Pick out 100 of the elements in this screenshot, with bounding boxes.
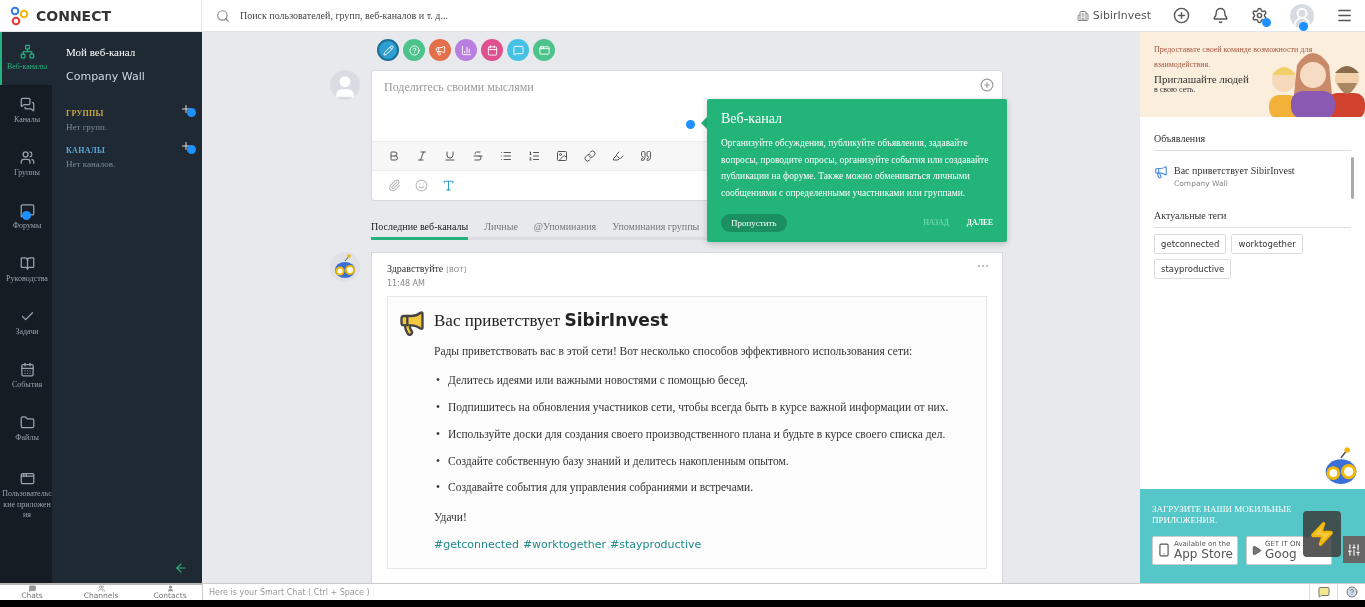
feed-tab[interactable]: Упоминания группы xyxy=(612,221,700,240)
nav-item[interactable]: Файлы xyxy=(0,403,52,456)
nav-link[interactable]: Company Wall xyxy=(66,70,188,83)
people-icon xyxy=(97,585,105,592)
brand-name: CONNECT xyxy=(36,7,111,24)
nav-item[interactable]: Каналы xyxy=(0,85,52,138)
chat-bubble-icon xyxy=(19,203,35,219)
section-title: КАНАЛЫ xyxy=(66,146,107,155)
chat-bubbles-icon xyxy=(19,97,35,113)
help-icon[interactable] xyxy=(1345,586,1358,598)
skip-button[interactable]: Пропустить xyxy=(721,213,787,232)
nav-item[interactable]: Веб-каналы xyxy=(0,32,52,85)
nav-link[interactable]: Мой веб-канал xyxy=(66,46,188,58)
company-name: SibirInvest xyxy=(1092,9,1151,22)
menu-icon[interactable] xyxy=(1336,7,1353,24)
underline-button[interactable] xyxy=(444,150,456,162)
folder-icon xyxy=(19,415,35,431)
scrollbar-thumb xyxy=(1351,157,1354,199)
image-button[interactable] xyxy=(556,150,568,162)
window-icon xyxy=(19,471,35,487)
section-title: ГРУППЫ xyxy=(66,109,105,118)
post-type-button[interactable] xyxy=(377,39,399,61)
chat-bubble-icon xyxy=(28,585,36,592)
nav-item[interactable]: Пользовательские приложения xyxy=(0,456,52,536)
calendar-icon xyxy=(486,44,498,56)
empty-text: Нет групп. xyxy=(66,122,109,132)
bold-button[interactable] xyxy=(388,150,400,162)
bullet-list-button[interactable] xyxy=(500,150,512,162)
collapse-icon[interactable] xyxy=(174,561,188,575)
chat-bubble-icon xyxy=(512,44,524,56)
nav-item[interactable]: События xyxy=(0,350,52,403)
notification-dot xyxy=(187,145,196,154)
megaphone-icon xyxy=(434,44,446,56)
post-type-button[interactable] xyxy=(429,39,451,61)
post-time: 11:48 AM xyxy=(387,279,426,288)
bullet-item: Создайте собственную базу знаний и делитесь накопленным опытом. xyxy=(448,453,789,470)
closing-text: Удачи! xyxy=(434,509,468,526)
highlighter-button[interactable] xyxy=(612,150,624,162)
section-title: Объявления xyxy=(1154,117,1351,151)
post-type-button[interactable] xyxy=(481,39,503,61)
tag-chip[interactable]: stayproductive xyxy=(1154,259,1232,279)
strikethrough-button[interactable] xyxy=(472,150,484,162)
quote-button[interactable] xyxy=(640,150,652,162)
calendar-icon xyxy=(19,362,35,378)
announcement-title[interactable]: Вас приветствует SibirInvest xyxy=(1174,165,1295,176)
user-avatar[interactable] xyxy=(1290,3,1314,28)
bell-icon[interactable] xyxy=(1212,7,1229,24)
bullet-marker: • xyxy=(436,426,441,442)
smart-chat-field[interactable]: Here is your Smart Chat ( Ctrl + Space ) xyxy=(202,583,1309,600)
apps-heading: ЗАГРУЗИТЕ НАШИ МОБИЛЬНЫЕ ПРИЛОЖЕНИЯ. xyxy=(1152,504,1293,526)
nav-item[interactable]: Форумы xyxy=(0,191,52,244)
bullet-marker: • xyxy=(436,373,441,389)
feed-tab[interactable]: @Упоминания xyxy=(533,221,597,240)
assistant-widget[interactable] xyxy=(1303,511,1341,557)
italic-button[interactable] xyxy=(416,150,428,162)
intro-text: Рады приветствовать вас в этой сети! Вот несколько способов эффективного использования сети: xyxy=(434,344,914,360)
tag-chip[interactable]: getconnected xyxy=(1154,234,1227,254)
settings-icon[interactable] xyxy=(1251,7,1268,24)
search-icon xyxy=(216,8,230,23)
text-format-icon[interactable] xyxy=(442,179,455,192)
empty-text: Нет каналов. xyxy=(66,159,117,169)
section-title: Актуальные теги xyxy=(1154,188,1351,228)
hashtag-link[interactable]: #worktogether xyxy=(522,536,607,554)
post-type-button[interactable] xyxy=(455,39,477,61)
bullet-item: Подпишитесь на обновления участников сети, чтобы всегда быть в курсе важной информации от них. xyxy=(448,400,949,416)
robot-icon xyxy=(332,254,358,280)
network-icon xyxy=(19,44,35,60)
nav-item[interactable]: Задачи xyxy=(0,297,52,350)
link-button[interactable] xyxy=(584,150,596,162)
tooltip-text: Организуйте обсуждения, публикуйте объявления, задавайте вопросы, проводите опросы, организуйте события или создавайте публикации на форуме. Также можно обмениваться личными сообщениями с определенными участниками или группами. xyxy=(721,137,990,200)
sliders-icon[interactable] xyxy=(1343,536,1365,563)
tag-chip[interactable]: worktogether xyxy=(1231,234,1303,254)
nav-item[interactable]: Группы xyxy=(0,138,52,191)
bullet-item: Используйте доски для создания своего производственного плана и будьте в курсе своего списка дел. xyxy=(448,426,946,443)
nav-item[interactable]: Руководства xyxy=(0,244,52,297)
banner-subline: в свою сеть. xyxy=(1154,85,1197,95)
play-icon xyxy=(1251,544,1262,556)
feed-tab[interactable]: Последние веб-каналы xyxy=(371,221,469,240)
bullet-item: Делитесь идеями или важными новостями с помощью бесед. xyxy=(448,373,748,389)
chat-icon[interactable] xyxy=(1317,586,1330,598)
question-icon xyxy=(408,44,420,56)
tooltip-title: Веб-канал xyxy=(721,111,783,127)
hashtag-link[interactable]: #getconnected xyxy=(434,536,519,554)
feed-tab[interactable]: Личные xyxy=(484,221,518,240)
bullet-item: Создавайте события для управления собраниями и встречами. xyxy=(448,480,754,496)
building-icon xyxy=(1076,9,1089,22)
hotspot-dot xyxy=(686,120,695,129)
notification-dot xyxy=(187,108,196,117)
bullet-marker: • xyxy=(436,480,441,496)
bullet-marker: • xyxy=(436,400,441,416)
book-icon xyxy=(19,256,35,272)
bullet-marker: • xyxy=(436,453,441,469)
card-title: Вас приветствует SibirInvest xyxy=(434,309,670,332)
megaphone-icon xyxy=(1154,165,1168,179)
add-icon[interactable] xyxy=(1173,7,1190,24)
user-avatar xyxy=(330,70,360,100)
logo-icon xyxy=(10,5,30,26)
hashtag-link[interactable]: #stayproductive xyxy=(610,536,702,554)
pencil-icon xyxy=(382,44,394,56)
numbered-list-button[interactable] xyxy=(528,150,540,162)
